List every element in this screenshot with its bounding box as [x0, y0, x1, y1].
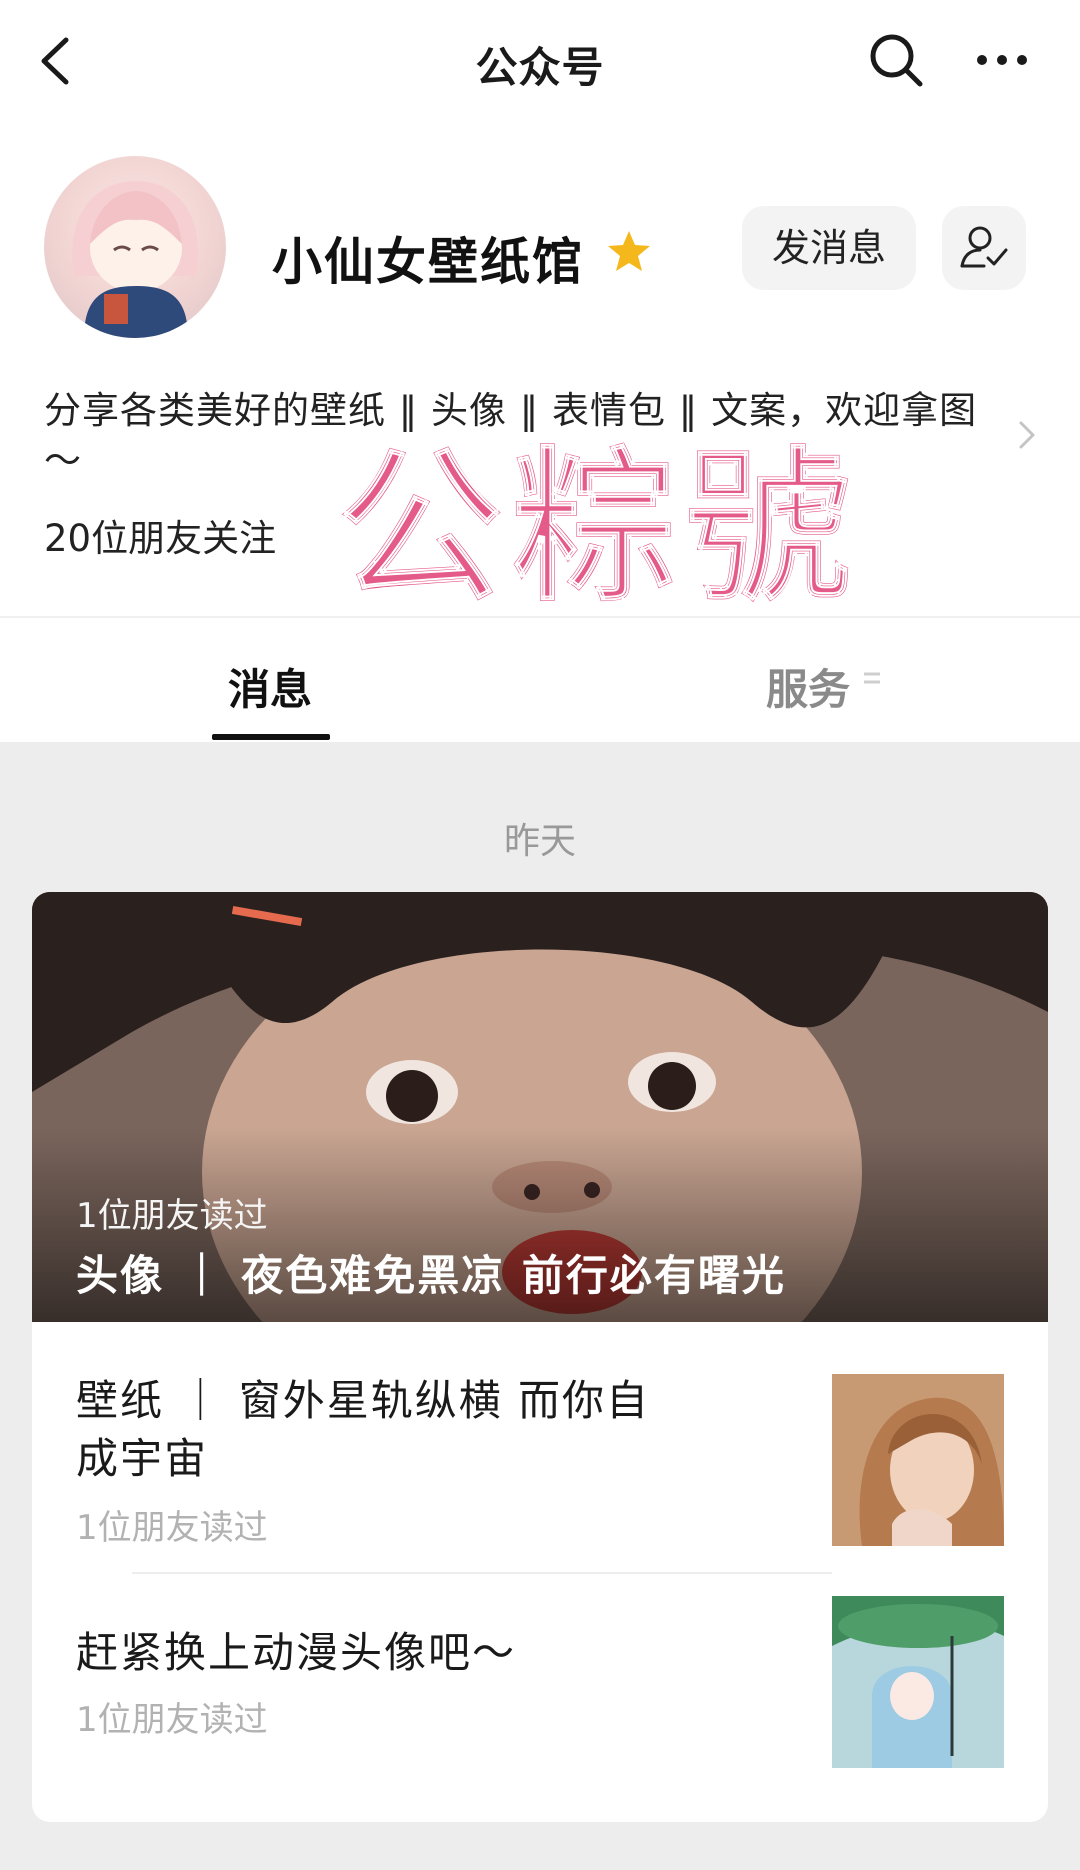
account-avatar[interactable] [44, 156, 226, 338]
article-title: 赶紧换上动漫头像吧～ [76, 1628, 517, 1677]
cover-read-count: 1位朋友读过 [76, 1196, 268, 1236]
star-icon [606, 228, 652, 274]
article-read-count: 1位朋友读过 [76, 1508, 268, 1548]
tab-services[interactable]: 服务 [766, 656, 850, 717]
article-read-count: 1位朋友读过 [76, 1700, 268, 1740]
article-title: 壁纸 ｜ 窗外星轨纵横 而你自成宇宙 [76, 1376, 651, 1483]
user-check-icon [960, 226, 1008, 268]
chevron-right-icon[interactable] [1016, 418, 1038, 452]
search-icon[interactable] [866, 30, 928, 92]
watermark-text: 公粽號 [335, 430, 858, 626]
cover-article[interactable]: 1位朋友读过 头像 ｜ 夜色难免黑凉 前行必有曙光 [32, 892, 1048, 1322]
date-separator: 昨天 [503, 821, 576, 862]
nav-bar: 公众号 [0, 0, 1080, 125]
divider [0, 616, 1080, 618]
list-item[interactable]: 赶紧换上动漫头像吧～ 1位朋友读过 [32, 1574, 1048, 1822]
cover-title: 头像 ｜ 夜色难免黑凉 前行必有曙光 [76, 1251, 786, 1300]
article-card: 1位朋友读过 头像 ｜ 夜色难免黑凉 前行必有曙光 壁纸 ｜ 窗外星轨纵横 而你… [32, 892, 1048, 1822]
list-item[interactable]: 壁纸 ｜ 窗外星轨纵横 而你自成宇宙 1位朋友读过 [32, 1322, 1048, 1572]
follow-button[interactable] [942, 206, 1026, 290]
account-name: 小仙女壁纸馆 [272, 233, 584, 291]
followers-count[interactable]: 20位朋友关注 [44, 508, 276, 562]
more-dots-icon[interactable] [972, 40, 1032, 80]
tab-messages[interactable]: 消息 [228, 656, 312, 717]
active-tab-indicator [212, 734, 330, 740]
send-message-button[interactable]: 发消息 [742, 206, 916, 290]
article-thumbnail [832, 1596, 1004, 1768]
menu-lines-icon [862, 668, 882, 690]
article-thumbnail [832, 1374, 1004, 1546]
